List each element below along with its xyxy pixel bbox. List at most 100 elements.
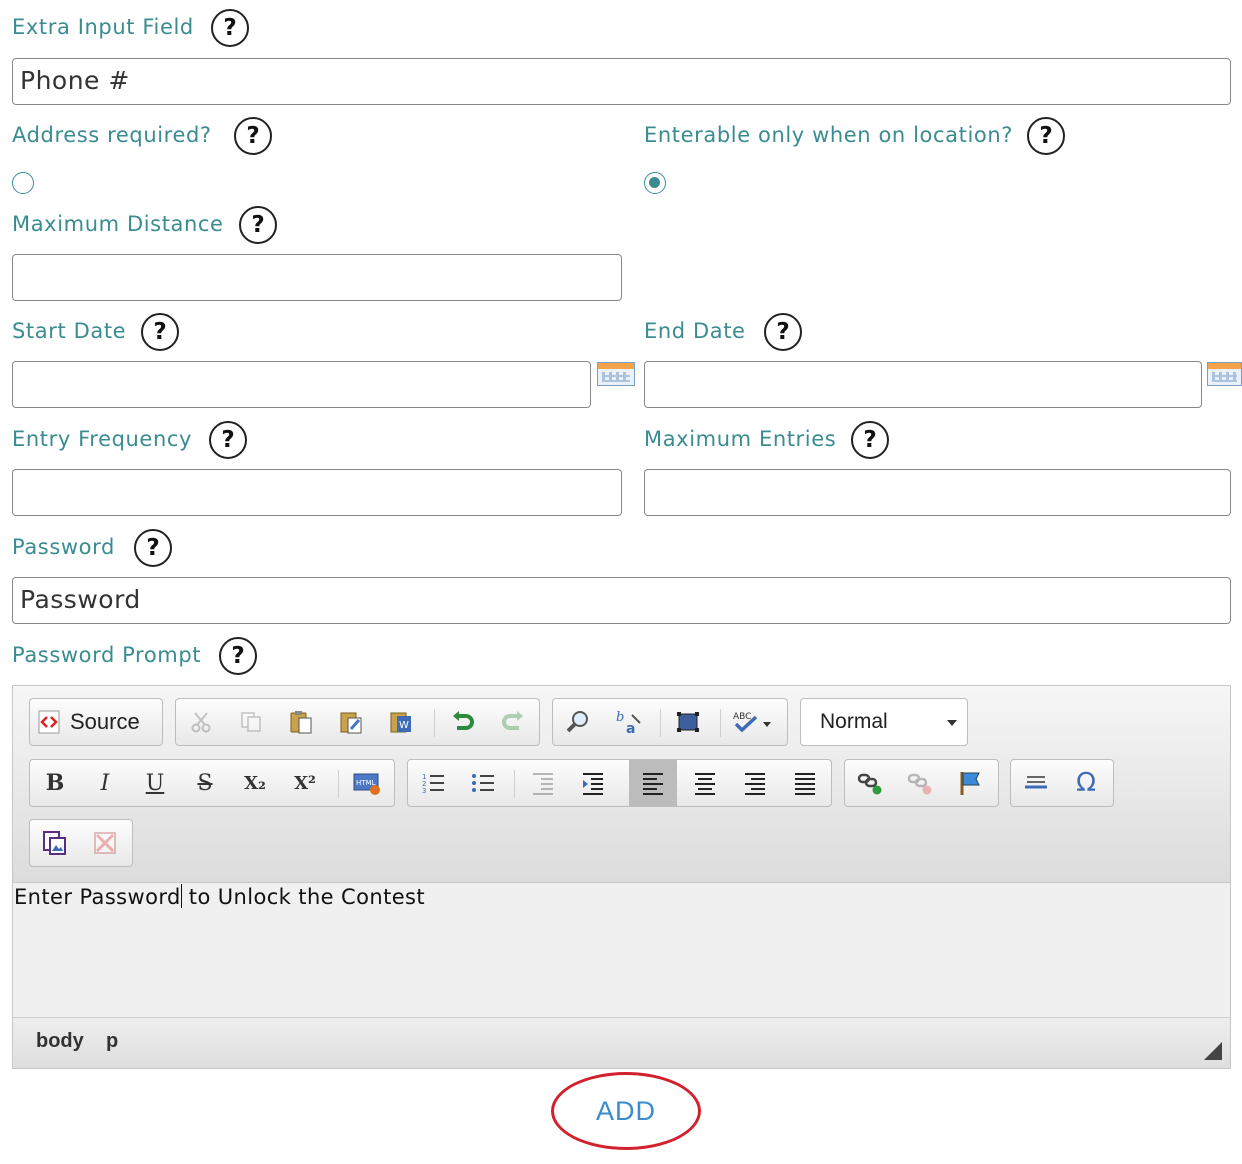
clipboard-group: W [175,698,540,746]
indent-icon[interactable] [576,766,610,800]
resize-handle-icon[interactable] [1204,1042,1222,1060]
subscript-button[interactable]: X₂ [238,766,272,800]
paragraph-group: 123 [407,759,832,807]
editor-content[interactable]: Enter Password to Unlock the Contest [13,883,1230,1019]
align-left-icon[interactable] [629,760,677,806]
special-char-button[interactable]: Ω [1069,766,1103,800]
align-center-icon[interactable] [688,766,722,800]
source-icon [38,710,60,734]
help-icon[interactable]: ? [141,313,179,351]
toolbar-separator [720,709,721,737]
toolbar-separator [660,709,661,737]
start-date-label: Start Date [12,319,127,343]
entry-frequency-input[interactable] [12,469,622,516]
image-group [29,819,133,867]
editor-paragraph: Enter Password to Unlock the Contest [14,884,425,910]
redo-icon[interactable] [496,705,530,739]
editor-toolbar: Source W b a ABC Normal B I U S X₂ X² HT… [13,686,1230,883]
source-group: Source [29,698,163,746]
find-icon[interactable] [561,705,595,739]
svg-text:a: a [626,721,635,735]
source-label: Source [70,709,140,734]
basic-styles-group: B I U S X₂ X² HTML [29,759,395,807]
cut-icon[interactable] [184,705,218,739]
svg-text:3: 3 [422,787,426,795]
password-prompt-label: Password Prompt [12,643,202,667]
add-button-area: ADD [551,1072,703,1152]
svg-text:b: b [616,710,624,725]
paste-word-icon[interactable]: W [384,705,418,739]
bulleted-list-icon[interactable] [466,766,500,800]
align-justify-icon[interactable] [788,766,822,800]
help-icon[interactable]: ? [764,313,802,351]
outdent-icon[interactable] [526,766,560,800]
strike-button[interactable]: S [188,766,222,800]
help-icon[interactable]: ? [851,421,889,459]
spellcheck-icon[interactable]: ABC [731,705,777,739]
svg-text:W: W [399,720,409,731]
maximize-icon[interactable] [671,705,705,739]
calendar-icon[interactable] [1207,362,1242,386]
help-icon[interactable]: ? [211,9,249,47]
help-icon[interactable]: ? [219,637,257,675]
svg-text:ABC: ABC [733,712,751,722]
horizontal-rule-icon[interactable] [1019,766,1053,800]
end-date-input[interactable] [644,361,1202,408]
max-distance-input[interactable] [12,254,622,301]
html-snippet-icon[interactable]: HTML [350,766,384,800]
link-icon[interactable] [853,766,887,800]
source-button[interactable]: Source [36,705,140,739]
links-group [844,759,999,807]
help-icon[interactable]: ? [209,421,247,459]
entry-frequency-label: Entry Frequency [12,427,193,451]
max-entries-label: Maximum Entries [644,427,837,451]
format-value: Normal [820,710,888,733]
insert-group: Ω [1010,759,1114,807]
undo-icon[interactable] [446,705,480,739]
help-icon[interactable]: ? [1027,117,1065,155]
help-icon[interactable]: ? [239,206,277,244]
align-right-icon[interactable] [738,766,772,800]
address-required-radio[interactable] [12,172,34,194]
replace-icon[interactable]: ba [611,705,645,739]
start-date-input[interactable] [12,361,591,408]
paste-text-icon[interactable] [334,705,368,739]
end-date-label: End Date [644,319,746,343]
address-required-label: Address required? [12,123,212,147]
anchor-flag-icon[interactable] [953,766,987,800]
enterable-location-radio[interactable] [644,172,666,194]
remove-image-icon[interactable] [88,826,122,860]
extra-input-field[interactable]: Phone # [12,58,1231,105]
path-body[interactable]: body [36,1030,84,1053]
path-p[interactable]: p [106,1030,118,1053]
enterable-location-label: Enterable only when on location? [644,123,1013,147]
unlink-icon[interactable] [903,766,937,800]
password-input[interactable]: Password [12,577,1231,624]
help-icon[interactable]: ? [134,529,172,567]
toolbar-separator [514,770,515,798]
paste-icon[interactable] [284,705,318,739]
toolbar-separator [338,770,339,798]
add-button[interactable]: ADD [551,1072,701,1150]
toolbar-separator [434,709,435,737]
extra-input-label: Extra Input Field [12,15,194,39]
superscript-button[interactable]: X² [288,766,322,800]
numbered-list-icon[interactable]: 123 [416,766,450,800]
copy-icon[interactable] [234,705,268,739]
tools-group: ba ABC [552,698,788,746]
editor-path-bar: body p [13,1017,1230,1068]
max-distance-label: Maximum Distance [12,212,224,236]
rich-text-editor: Source W b a ABC Normal B I U S X₂ X² HT… [12,685,1231,1069]
chevron-down-icon [947,720,957,726]
content-before-caret: Enter Password [14,885,181,909]
content-after-caret: to Unlock the Contest [181,885,426,909]
underline-button[interactable]: U [138,766,172,800]
format-dropdown[interactable]: Normal [800,698,968,746]
calendar-icon[interactable] [597,362,635,386]
image-icon[interactable] [38,826,72,860]
max-entries-input[interactable] [644,469,1231,516]
italic-button[interactable]: I [88,766,122,800]
help-icon[interactable]: ? [234,117,272,155]
bold-button[interactable]: B [38,766,72,800]
password-label: Password [12,535,115,559]
